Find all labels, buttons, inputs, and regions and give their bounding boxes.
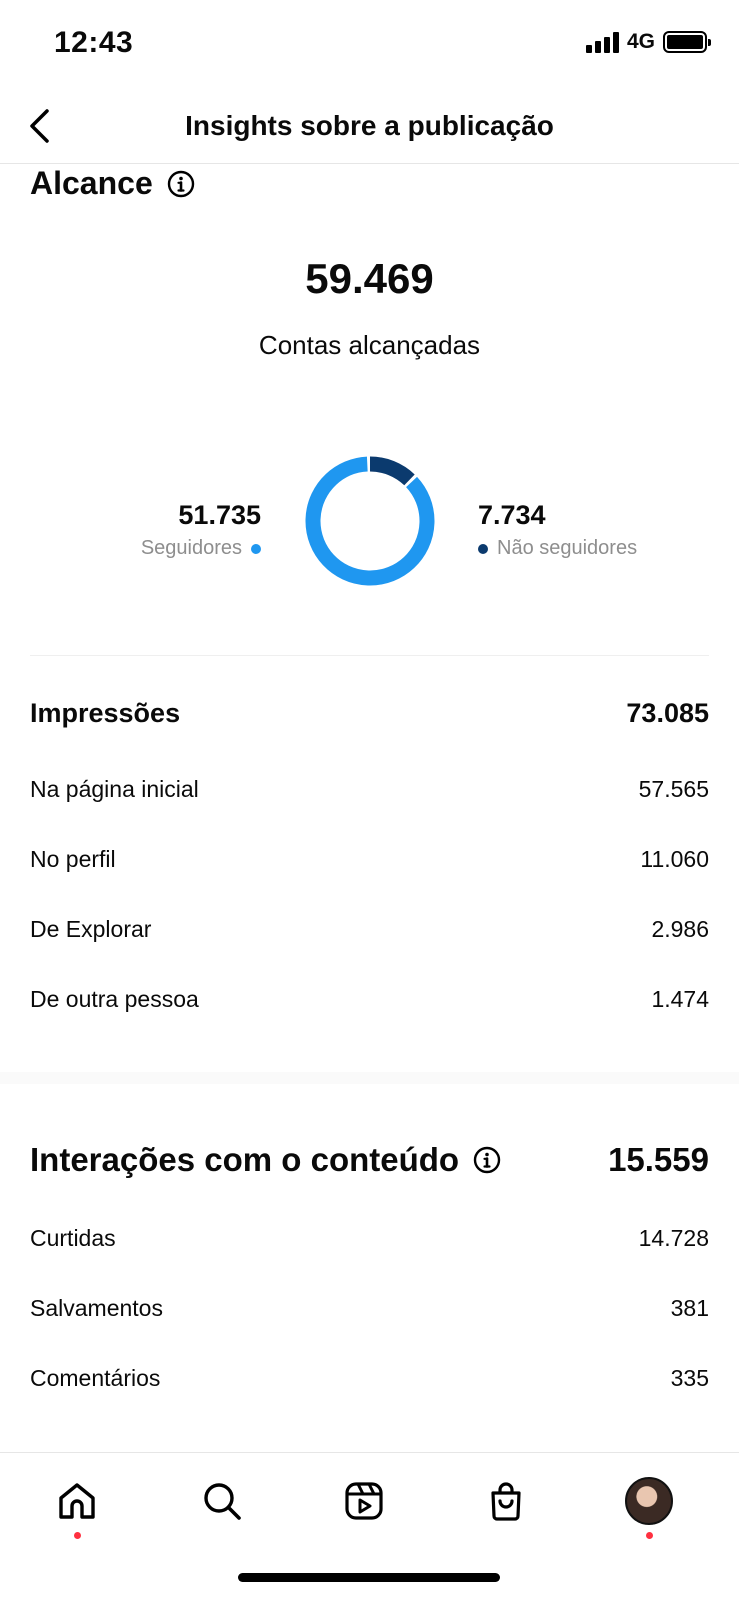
tab-reels[interactable] (334, 1471, 394, 1531)
row-value: 14.728 (638, 1224, 709, 1251)
tab-profile[interactable] (619, 1471, 679, 1539)
page-title: Insights sobre a publicação (185, 110, 554, 141)
tab-home[interactable] (47, 1471, 107, 1539)
donut-followers-segment (305, 456, 435, 586)
impressions-title: Impressões (30, 697, 181, 728)
row-value: 1.474 (651, 985, 709, 1012)
followers-value: 51.735 (178, 500, 261, 530)
profile-avatar (625, 1477, 673, 1525)
row-value: 335 (670, 1364, 709, 1391)
reach-donut-chart (304, 455, 436, 587)
interactions-row: Salvamentos 381 (30, 1288, 709, 1328)
row-label: No perfil (30, 845, 116, 872)
row-label: Comentários (30, 1364, 161, 1391)
status-indicators: 4G (585, 30, 711, 54)
row-value: 381 (670, 1294, 709, 1321)
status-bar: 12:43 4G (0, 0, 739, 90)
section-divider (30, 655, 709, 656)
reels-icon (345, 1482, 383, 1520)
status-time: 12:43 (54, 26, 134, 59)
impressions-row: Na página inicial 57.565 (30, 769, 709, 809)
bottom-tab-bar (0, 1452, 739, 1600)
reach-section-title: Alcance (30, 165, 195, 202)
followers-legend-dot (251, 543, 261, 554)
interactions-total: 15.559 (608, 1141, 709, 1178)
shop-icon (491, 1482, 521, 1521)
non-followers-label: Não seguidores (497, 537, 638, 559)
reach-value: 59.469 (305, 255, 434, 302)
reach-label: Contas alcançadas (258, 330, 481, 360)
impressions-total: 73.085 (626, 697, 709, 728)
followers-label: Seguidores (140, 537, 242, 559)
tab-shop[interactable] (476, 1471, 536, 1531)
reach-title: Alcance (30, 165, 153, 201)
info-icon[interactable] (167, 170, 195, 198)
nav-header: Insights sobre a publicação (0, 90, 739, 164)
home-icon (59, 1483, 95, 1519)
non-followers-value: 7.734 (478, 500, 546, 530)
battery-icon (663, 31, 711, 53)
row-value: 11.060 (640, 845, 709, 872)
info-icon[interactable] (473, 1146, 501, 1174)
home-indicator (238, 1573, 500, 1582)
search-icon (204, 1483, 241, 1520)
followers-stat: 51.735 Seguidores (141, 500, 261, 560)
interactions-row: Curtidas 14.728 (30, 1218, 709, 1258)
non-followers-legend-dot (478, 543, 488, 554)
row-label: Salvamentos (30, 1294, 163, 1321)
row-label: Curtidas (30, 1224, 116, 1251)
impressions-header: Impressões 73.085 (30, 693, 709, 733)
signal-icon (585, 31, 619, 53)
interactions-header: Interações com o conteúdo 15.559 (30, 1135, 709, 1185)
interactions-title: Interações com o conteúdo (30, 1141, 460, 1178)
interactions-row: Comentários 335 (30, 1358, 709, 1398)
impressions-row: De Explorar 2.986 (30, 909, 709, 949)
row-value: 2.986 (651, 915, 709, 942)
profile-notification-dot (646, 1532, 653, 1539)
row-label: De outra pessoa (30, 985, 199, 1012)
impressions-row: De outra pessoa 1.474 (30, 979, 709, 1019)
tab-search[interactable] (192, 1471, 252, 1531)
section-divider-thick (0, 1072, 739, 1084)
network-type: 4G (626, 30, 655, 53)
home-notification-dot (74, 1532, 81, 1539)
row-label: De Explorar (30, 915, 152, 942)
row-value: 57.565 (638, 775, 709, 802)
row-label: Na página inicial (30, 775, 199, 802)
non-followers-stat: 7.734 Não seguidores (478, 500, 637, 560)
impressions-row: No perfil 11.060 (30, 839, 709, 879)
insights-content[interactable]: Alcance 59.469 Contas alcançadas 51.735 … (0, 165, 739, 1452)
